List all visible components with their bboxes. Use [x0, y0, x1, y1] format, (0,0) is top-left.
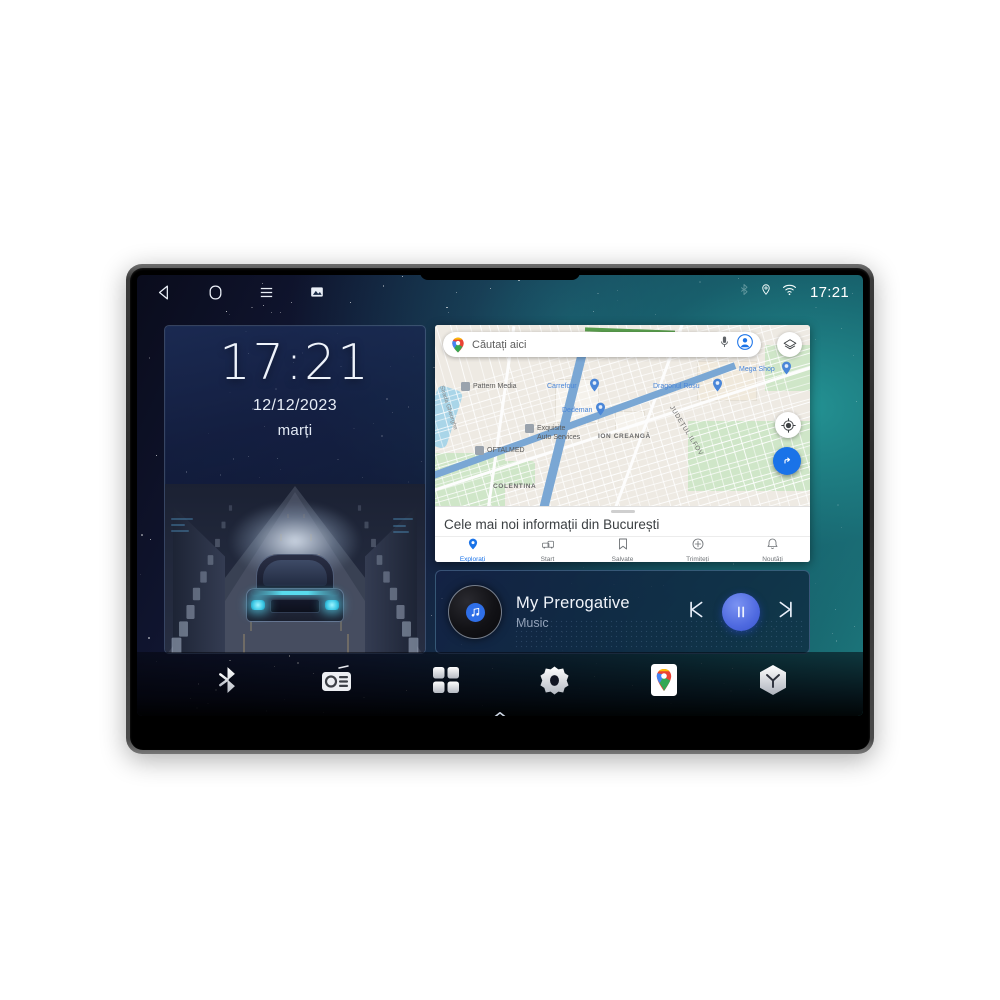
clock-widget[interactable]: 17:21 12/12/2023 marți [165, 326, 425, 484]
bell-icon [767, 537, 778, 555]
bookmark-icon [618, 537, 628, 555]
device-bezel: 17:21 17:21 12/12/2023 marți Pattern Med… [130, 268, 870, 750]
track-metadata: My Prerogative Music [516, 594, 630, 630]
map-label: Mega Shop [739, 366, 775, 373]
map-poi-pin [589, 378, 600, 392]
next-track-button[interactable] [776, 599, 797, 625]
home-button[interactable] [204, 281, 226, 303]
play-pause-button[interactable] [722, 593, 760, 631]
microphone-icon[interactable] [719, 335, 730, 354]
bluetooth-icon [219, 667, 235, 693]
track-source: Music [516, 616, 549, 630]
dock-item-settings[interactable] [535, 660, 575, 700]
car-illustration [242, 554, 348, 628]
map-tab-explorați[interactable]: Explorați [435, 537, 510, 562]
my-location-button[interactable] [775, 412, 801, 438]
map-tab-label: Start [540, 555, 555, 563]
map-tab-label: Trimiteți [686, 555, 709, 563]
cube-icon [759, 665, 786, 695]
map-place-marker [525, 424, 534, 433]
map-tab-noutăți[interactable]: Noutăți [735, 537, 810, 562]
status-indicators: 17:21 [738, 282, 849, 302]
track-title: My Prerogative [516, 594, 630, 612]
account-avatar-icon[interactable] [737, 334, 753, 355]
headlight-right [325, 600, 339, 610]
headlight-left [251, 600, 265, 610]
google-maps-icon [650, 664, 677, 696]
layers-button[interactable] [777, 332, 802, 357]
map-label: Pattern Media [473, 383, 517, 390]
map-bottom-sheet[interactable]: Cele mai noi informații din București Ex… [435, 506, 810, 562]
map-label: Exquisite [537, 425, 566, 432]
android-nav-buttons [153, 281, 328, 303]
dock-item-maps[interactable] [644, 660, 684, 700]
left-widget-column: 17:21 12/12/2023 marți [164, 325, 426, 654]
music-note-icon [471, 607, 479, 617]
sheet-title: Cele mai noi informații din București [444, 516, 660, 532]
transport-controls [685, 593, 797, 631]
map-tab-salvate[interactable]: Salvate [585, 537, 660, 562]
map-tab-trimiteți[interactable]: Trimiteți [660, 537, 735, 562]
map-label: Dedeman [562, 407, 593, 414]
previous-track-button[interactable] [685, 599, 706, 625]
map-label: Auto Services [537, 434, 581, 441]
map-label: ION CREANGĂ [598, 433, 651, 440]
location-pin-icon [468, 537, 478, 555]
car-road-widget[interactable] [165, 484, 425, 653]
map-tab-start[interactable]: Start [510, 537, 585, 562]
commute-icon [541, 537, 554, 555]
plus-circle-icon [692, 537, 704, 555]
gear-icon [540, 665, 569, 695]
map-tab-label: Explorați [459, 555, 486, 563]
radio-icon [321, 665, 351, 691]
google-maps-widget[interactable]: Pattern Media Carrefour Mega Shop Dragonul … [435, 325, 810, 562]
location-pin-icon [760, 282, 772, 302]
album-art-disc [448, 585, 502, 639]
bluetooth-icon [738, 282, 750, 302]
dock-item-box-app[interactable] [753, 660, 793, 700]
back-button[interactable] [153, 281, 175, 303]
directions-fab[interactable] [773, 447, 801, 475]
map-bottom-tabs: Explorați Start Salvate Trimiteți Noutăț… [435, 536, 810, 562]
wifi-icon [782, 283, 797, 301]
pause-icon [738, 606, 745, 618]
status-bar-clock: 17:21 [809, 283, 849, 301]
head-unit-device: 17:21 17:21 12/12/2023 marți Pattern Med… [126, 264, 874, 754]
clock-time: 17:21 [219, 334, 371, 391]
map-label: COLENTINA [493, 483, 537, 490]
map-place-marker [475, 446, 484, 455]
dock-item-radio[interactable] [317, 660, 357, 700]
map-label: Dragonul Roșu [653, 383, 700, 390]
dock-item-all-apps[interactable] [426, 660, 466, 700]
status-bar: 17:21 [137, 275, 863, 309]
top-sensor-notch [420, 268, 580, 280]
map-poi-pin [781, 361, 792, 375]
map-label: Carrefour [547, 383, 577, 390]
screenshot-button[interactable] [306, 281, 328, 303]
home-screen: 17:21 12/12/2023 marți Pattern Media Car… [137, 309, 863, 716]
music-player-widget[interactable]: My Prerogative Music [435, 570, 810, 654]
chevron-up-icon[interactable] [492, 706, 508, 716]
apps-grid-icon [432, 667, 459, 693]
dock-item-bluetooth[interactable] [208, 660, 248, 700]
menu-button[interactable] [255, 281, 277, 303]
map-tab-label: Noutăți [762, 555, 783, 563]
google-maps-pin-icon [452, 337, 464, 352]
map-search-bar[interactable]: Căutați aici [443, 332, 761, 357]
map-search-placeholder: Căutați aici [472, 338, 527, 351]
map-poi-pin [595, 402, 606, 416]
map-label: OFTALMED [487, 447, 525, 454]
map-place-marker [461, 382, 470, 391]
map-poi-pin [712, 378, 723, 392]
disc-center-label [465, 602, 485, 622]
map-tab-label: Salvate [611, 555, 634, 563]
screen: 17:21 17:21 12/12/2023 marți Pattern Med… [137, 275, 863, 716]
clock-date: 12/12/2023 [252, 397, 338, 414]
clock-day: marți [277, 422, 313, 439]
